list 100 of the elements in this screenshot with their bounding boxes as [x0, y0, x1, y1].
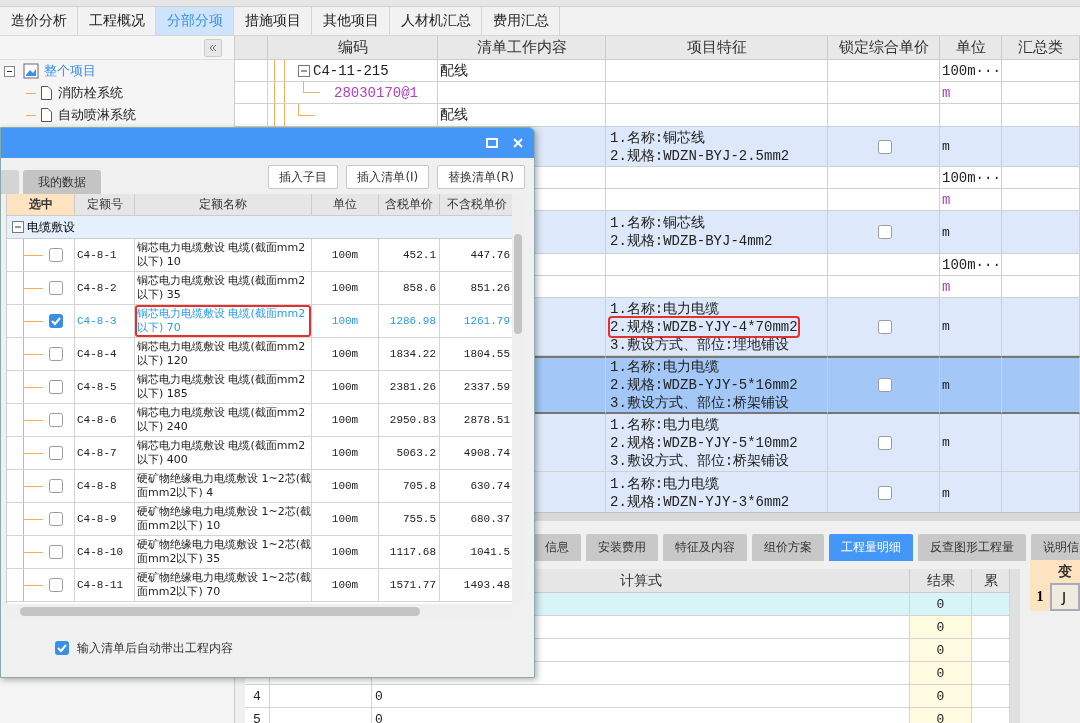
checkbox[interactable] [49, 380, 63, 394]
feature-line: 2.规格:WDZB-YJY-4*70mm2 [610, 317, 798, 336]
code-text: C4-8-3 [77, 315, 117, 327]
feature-line: 2.规格:WDZB-BYJ-4mm2 [610, 232, 773, 250]
result-text: 0 [936, 642, 945, 658]
formula-text: 0 [375, 688, 383, 704]
checkbox[interactable] [877, 319, 892, 334]
column-header: 含税单价 [379, 194, 440, 216]
group-row[interactable]: 电缆敷设 [7, 216, 513, 239]
column-header: 定额名称 [135, 194, 312, 216]
quota-name: 铜芯电力电缆敷设 电缆(截面mm2以下) 185 [136, 372, 307, 402]
unit-text: 100m [331, 546, 359, 558]
vertical-scrollbar[interactable] [1010, 569, 1020, 723]
close-icon[interactable] [512, 137, 524, 149]
page-icon [40, 86, 53, 100]
unit-text: m [942, 139, 950, 154]
maximize-icon[interactable] [486, 137, 498, 149]
tree-item[interactable]: 消防栓系统 [58, 84, 123, 102]
code-text: C4-8-4 [77, 348, 117, 360]
feature-line: 2.规格:WDZN-YJY-3*6mm2 [610, 493, 790, 511]
quota-name: 铜芯电力电缆敷设 电缆(截面mm2以下) 35 [136, 273, 307, 303]
collapse-toggle-icon[interactable] [4, 65, 15, 77]
quota-name: 硬矿物绝缘电力电缆敷设 1~2芯(截面mm2以下) 10 [136, 504, 311, 534]
unit-text: m [942, 191, 951, 208]
tab[interactable]: 反查图形工程量 [918, 534, 1026, 561]
column-header: 汇总类 [1002, 36, 1080, 60]
checkbox[interactable] [49, 512, 63, 526]
feature-line: 1.名称:铜芯线 [610, 128, 706, 147]
column-header: 选中 [7, 194, 75, 216]
group-label: 电缆敷设 [27, 218, 75, 236]
tab[interactable]: 安装费用 [586, 534, 658, 561]
quota-name: 硬矿物绝缘电力电缆敷设 1~2芯(截面mm2以下) 4 [136, 471, 311, 501]
unit-text: m [942, 377, 950, 393]
checkbox[interactable] [49, 314, 63, 328]
checkbox[interactable] [55, 641, 69, 655]
quota-name: 铜芯电力电缆敷设 电缆(截面mm2以下) 120 [136, 339, 307, 369]
checkbox[interactable] [877, 139, 892, 154]
checkbox[interactable] [49, 347, 63, 361]
column-header: 项目特征 [606, 36, 828, 60]
code-text: C4-8-2 [77, 282, 117, 294]
unit-text: 100m [331, 348, 359, 360]
feature-line: 3.敷设方式、部位:桥架铺设 [610, 451, 790, 470]
action-button[interactable]: 插入子目 [268, 165, 339, 189]
price-text: 1117.68 [389, 546, 436, 558]
row-number: 4 [253, 688, 261, 704]
action-button[interactable]: 插入清单(I) [346, 165, 430, 189]
checkbox[interactable] [49, 413, 63, 427]
variable-cell: J [1050, 583, 1080, 611]
feature-line: 2.规格:WDZN-BYJ-2.5mm2 [610, 146, 790, 165]
unit-text: 100m··· [942, 169, 1001, 186]
checkbox[interactable] [49, 479, 63, 493]
collapse-icon[interactable] [204, 38, 222, 57]
unit-text: 100m··· [942, 256, 1001, 273]
column-header: 单位 [312, 194, 379, 216]
feature-line: 1.名称:电力电缆 [610, 475, 720, 493]
unit-text: 100m [331, 381, 359, 393]
price-text: 1493.48 [463, 579, 510, 591]
price-text: 452.1 [403, 249, 436, 261]
checkbox[interactable] [49, 545, 63, 559]
result-text: 0 [936, 665, 945, 681]
tab[interactable]: 信息 [533, 534, 581, 561]
collapse-toggle-icon[interactable] [298, 64, 310, 77]
tab[interactable]: 组价方案 [752, 534, 824, 561]
column-header: 锁定综合单价 [828, 36, 940, 60]
action-button[interactable]: 替换清单(R) [437, 165, 525, 189]
checkbox[interactable] [877, 435, 892, 450]
quota-name: 铜芯电力电缆敷设 电缆(截面mm2以下) 10 [136, 240, 307, 270]
feature-line: 1.名称:电力电缆 [610, 415, 720, 434]
tab[interactable]: 说明信 [1031, 534, 1080, 561]
checkbox[interactable] [49, 281, 63, 295]
unit-text: 100m [331, 282, 359, 294]
checkbox[interactable] [877, 378, 892, 392]
code-text: C4-11-215 [313, 62, 389, 79]
quota-name: 铜芯电力电缆敷设 电缆(截面mm2以下) 240 [136, 405, 307, 435]
checkbox[interactable] [49, 248, 63, 262]
price-text: 858.6 [403, 282, 436, 294]
column-header: 定额号 [75, 194, 135, 216]
tab[interactable]: 我的数据 [23, 170, 101, 194]
price-text: 1804.55 [463, 348, 510, 360]
checkbox[interactable] [49, 578, 63, 592]
column-header: 累 [972, 569, 1010, 593]
price-text: 2950.83 [389, 414, 436, 426]
code-text: C4-8-1 [77, 249, 117, 261]
code-text: C4-8-5 [77, 381, 117, 393]
feature-line: 2.规格:WDZB-YJY-5*10mm2 [610, 433, 798, 452]
checkbox[interactable] [877, 225, 892, 239]
checkbox[interactable] [877, 486, 892, 500]
result-text: 0 [936, 619, 945, 635]
collapse-toggle-icon[interactable] [12, 221, 24, 233]
column-header: 单位 [940, 36, 1002, 60]
checkbox[interactable] [49, 446, 63, 460]
tree-item[interactable]: 自动喷淋系统 [58, 106, 136, 124]
feature-line: 1.名称:铜芯线 [610, 214, 706, 232]
feature-line: 1.名称:电力电缆 [610, 299, 720, 318]
unit-text: 100m [331, 249, 359, 261]
tab[interactable]: 特征及内容 [663, 534, 747, 561]
code-text: C4-8-10 [77, 546, 124, 558]
price-text: 1041.5 [470, 546, 510, 558]
unit-text: 100m [331, 513, 359, 525]
price-text: 1261.79 [463, 315, 510, 327]
